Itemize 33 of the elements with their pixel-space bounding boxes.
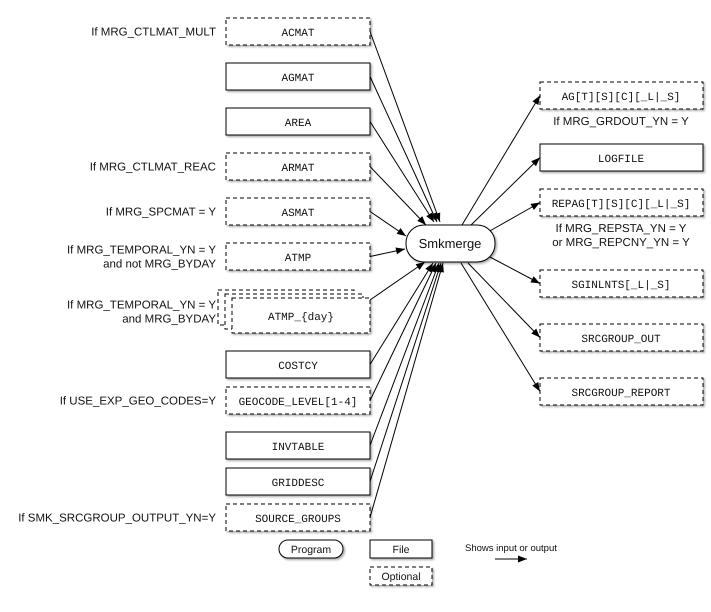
file-node: INVTABLE bbox=[226, 432, 370, 460]
condition-label: If MRG_REPSTA_YN = Y or MRG_REPCNY_YN = Y bbox=[552, 223, 690, 249]
file-node: GEOCODE_LEVEL[1-4] bbox=[226, 386, 370, 414]
file-node: REPAG[T][S][C][_L|_S] bbox=[540, 188, 704, 216]
condition-label: If MRG_GRDOUT_YN = Y bbox=[553, 116, 689, 128]
condition-label: If MRG_CTLMAT_MULT bbox=[91, 26, 216, 38]
program-node: Smkmerge bbox=[406, 224, 496, 262]
condition-label: If USE_EXP_GEO_CODES=Y bbox=[60, 396, 216, 408]
legend-program-node: Program bbox=[278, 540, 344, 558]
file-node: LOGFILE bbox=[540, 144, 704, 172]
file-node: SGINLNTS[_L|_S] bbox=[540, 270, 704, 298]
legend-file-node: File bbox=[370, 540, 432, 558]
condition-label: If MRG_TEMPORAL_YN = Y and MRG_BYDAY bbox=[66, 300, 216, 326]
file-node: COSTCY bbox=[226, 350, 370, 378]
file-node: ACMAT bbox=[226, 18, 370, 46]
file-node: ASMAT bbox=[226, 198, 370, 226]
file-node: AREA bbox=[226, 108, 370, 136]
legend-caption: Shows input or output bbox=[465, 543, 557, 554]
file-node: SRCGROUP_OUT bbox=[540, 324, 704, 352]
legend-optional-node: Optional bbox=[370, 566, 432, 586]
file-node: ATMP bbox=[226, 242, 370, 270]
file-node: GRIDDESC bbox=[226, 468, 370, 496]
condition-label: If MRG_CTLMAT_REAC bbox=[90, 162, 216, 174]
file-node: SRCGROUP_REPORT bbox=[540, 378, 704, 406]
condition-label: If MRG_SPCMAT = Y bbox=[106, 206, 216, 218]
condition-label: If MRG_TEMPORAL_YN = Y and not MRG_BYDAY bbox=[66, 244, 216, 270]
file-node: AGMAT bbox=[226, 62, 370, 90]
legend-arrow bbox=[494, 556, 528, 562]
arrow bbox=[370, 247, 406, 257]
condition-label: If SMK_SRCGROUP_OUTPUT_YN=Y bbox=[18, 512, 216, 524]
file-node: AG[T][S][C][_L|_S] bbox=[540, 82, 704, 110]
file-node: ARMAT bbox=[226, 152, 370, 180]
file-node: SOURCE_GROUPS bbox=[226, 504, 370, 532]
